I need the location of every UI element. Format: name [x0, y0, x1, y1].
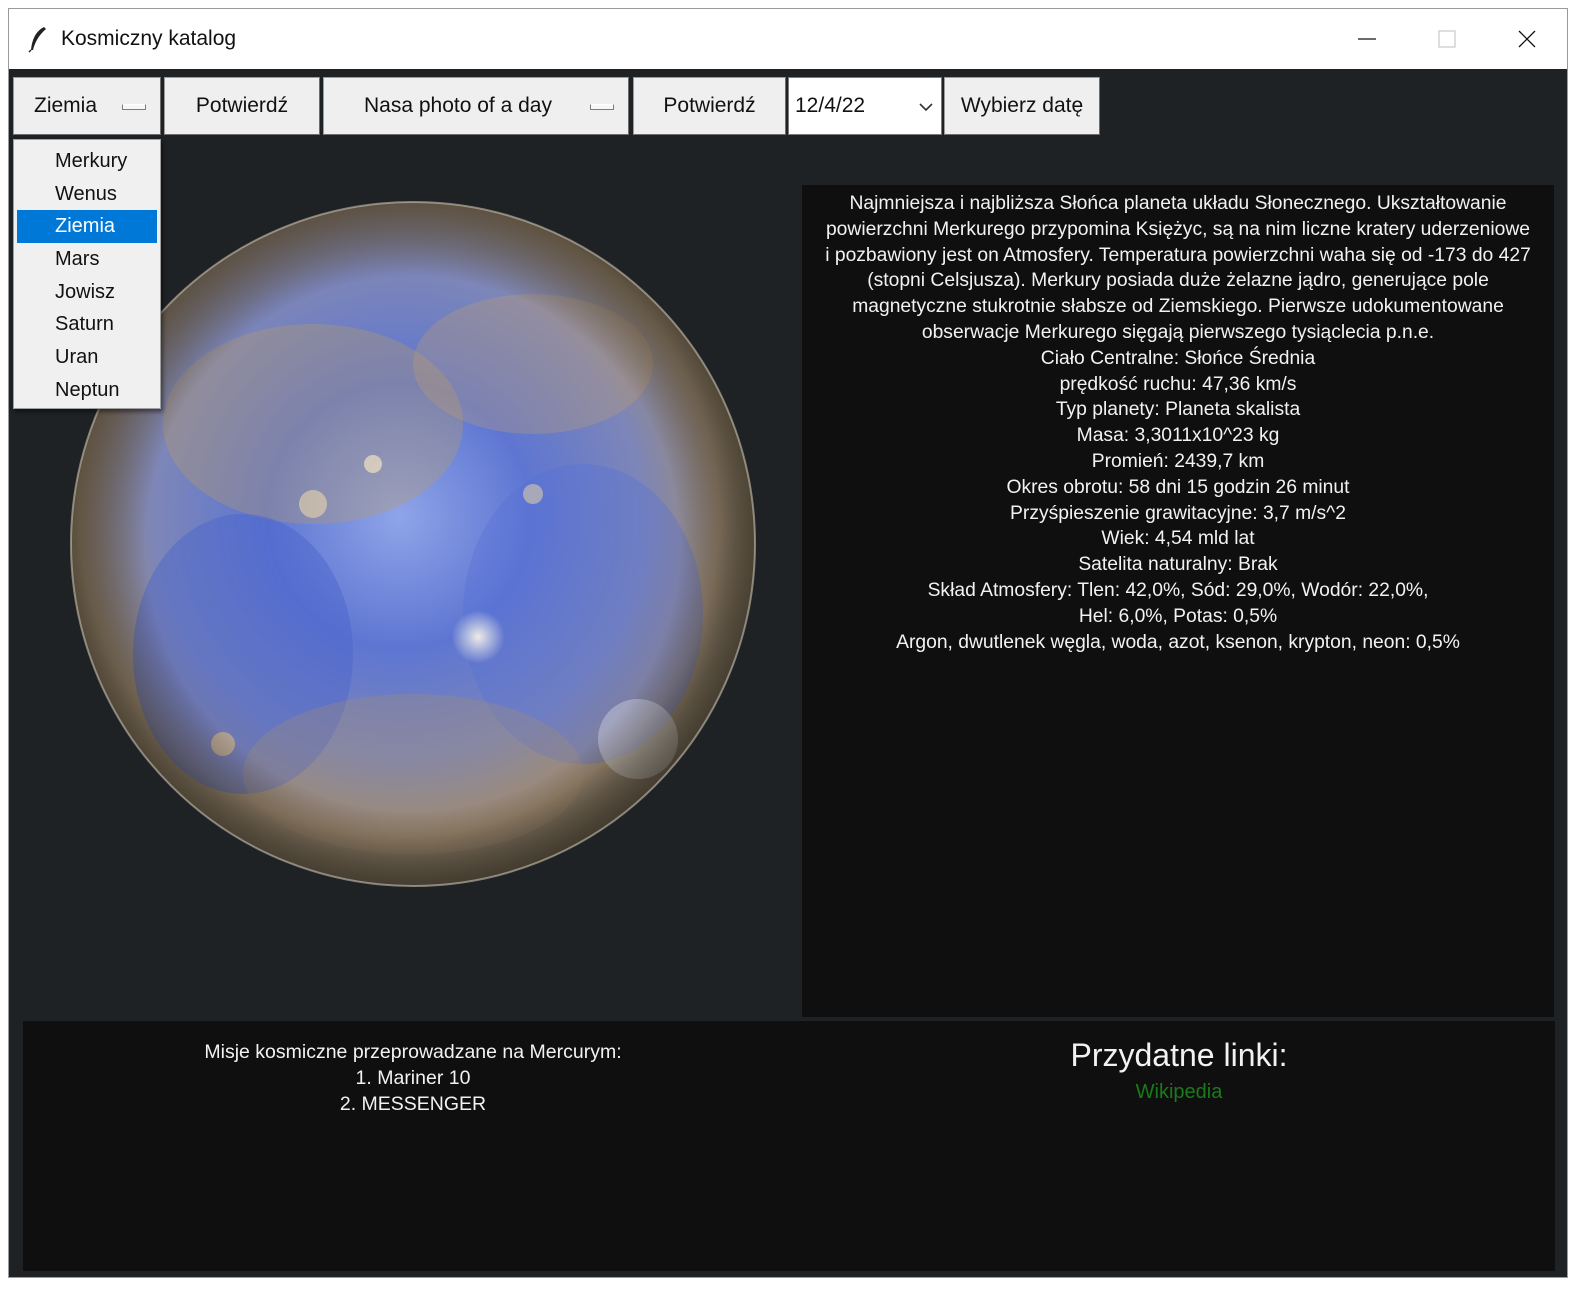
bottom-panel: Misje kosmiczne przeprowadzane na Mercur…	[23, 1021, 1555, 1271]
menu-item-neptun[interactable]: Neptun	[17, 374, 157, 407]
minimize-button[interactable]	[1327, 9, 1407, 69]
info-line: powierzchni Merkurego przypomina Księżyc…	[825, 218, 1531, 240]
missions-title: Misje kosmiczne przeprowadzane na Mercur…	[204, 1041, 622, 1063]
mode-option-label: Nasa photo of a day	[364, 94, 552, 117]
maximize-icon	[1438, 30, 1456, 48]
mode-option-menu[interactable]: Nasa photo of a day	[323, 77, 629, 135]
info-line: Hel: 6,0%, Potas: 0,5%	[1078, 605, 1278, 627]
pick-date-label: Wybierz datę	[960, 94, 1084, 117]
date-value: 12/4/22	[795, 94, 866, 117]
option-menu-indicator-icon	[590, 104, 614, 110]
info-line: prędkość ruchu: 47,36 km/s	[1059, 373, 1297, 395]
menu-item-saturn[interactable]: Saturn	[17, 308, 157, 341]
minimize-icon	[1358, 38, 1376, 40]
window-title: Kosmiczny katalog	[61, 27, 237, 50]
app-window: Kosmiczny katalog Ziemia Potwierdź Nasa …	[8, 8, 1568, 1278]
option-menu-indicator-icon	[122, 104, 146, 110]
feather-icon	[28, 27, 46, 53]
menu-item-merkury[interactable]: Merkury	[17, 145, 157, 178]
menu-item-ziemia[interactable]: Ziemia	[17, 210, 157, 244]
mission-item: 1. Mariner 10	[355, 1067, 471, 1089]
planet-option-menu[interactable]: Ziemia	[13, 77, 161, 135]
chevron-down-icon[interactable]	[917, 98, 935, 116]
confirm-mode-button[interactable]: Potwierdź	[633, 77, 786, 135]
info-line: Satelita naturalny: Brak	[1078, 554, 1278, 576]
confirm-planet-label: Potwierdź	[195, 94, 289, 117]
confirm-mode-label: Potwierdź	[663, 94, 756, 117]
info-line: Wiek: 4,54 mld lat	[1101, 528, 1255, 550]
info-line: Najmniejsza i najbliższa Słońca planeta …	[849, 193, 1507, 214]
close-icon	[1518, 30, 1536, 48]
info-line: Okres obrotu: 58 dni 15 godzin 26 minut	[1006, 476, 1350, 498]
missions-section: Misje kosmiczne przeprowadzane na Mercur…	[23, 1039, 803, 1117]
info-line: obserwacje Merkurego sięgają pierwszego …	[921, 321, 1435, 343]
info-line: i pozbawiony jest on Atmosfery. Temperat…	[825, 244, 1531, 266]
info-line: Argon, dwutlenek węgla, woda, azot, ksen…	[896, 631, 1460, 653]
planet-dropdown-menu: Merkury Wenus Ziemia Mars Jowisz Saturn …	[13, 139, 161, 409]
window-controls	[1327, 9, 1567, 69]
info-line: Skład Atmosfery: Tlen: 42,0%, Sód: 29,0%…	[927, 579, 1429, 601]
info-line: Przyśpieszenie grawitacyjne: 3,7 m/s^2	[1010, 502, 1346, 524]
confirm-planet-button[interactable]: Potwierdź	[164, 77, 320, 135]
planet-image	[70, 201, 756, 887]
info-line: Masa: 3,3011x10^23 kg	[1076, 425, 1280, 447]
info-line: Ciało Centralne: Słońce Średnia	[1040, 347, 1316, 369]
maximize-button[interactable]	[1407, 9, 1487, 69]
menu-item-uran[interactable]: Uran	[17, 341, 157, 374]
info-line: Typ planety: Planeta skalista	[1055, 399, 1301, 421]
info-line: (stopni Celsjusza). Merkury posiada duże…	[867, 270, 1489, 292]
menu-item-jowisz[interactable]: Jowisz	[17, 276, 157, 309]
menu-item-wenus[interactable]: Wenus	[17, 178, 157, 211]
planet-option-label: Ziemia	[34, 94, 98, 117]
planet-info-panel: Najmniejsza i najbliższa Słońca planeta …	[802, 185, 1554, 1017]
menu-item-mars[interactable]: Mars	[17, 243, 157, 276]
wikipedia-link[interactable]: Wikipedia	[803, 1081, 1555, 1104]
info-line: magnetyczne stukrotnie słabsze od Ziemsk…	[852, 296, 1504, 318]
close-button[interactable]	[1487, 9, 1567, 69]
links-title: Przydatne linki:	[1070, 1037, 1288, 1073]
info-line: Promień: 2439,7 km	[1091, 450, 1265, 472]
mission-item: 2. MESSENGER	[339, 1093, 487, 1115]
title-bar: Kosmiczny katalog	[9, 9, 1567, 69]
pick-date-button[interactable]: Wybierz datę	[944, 77, 1100, 135]
date-entry[interactable]: 12/4/22	[788, 77, 942, 135]
